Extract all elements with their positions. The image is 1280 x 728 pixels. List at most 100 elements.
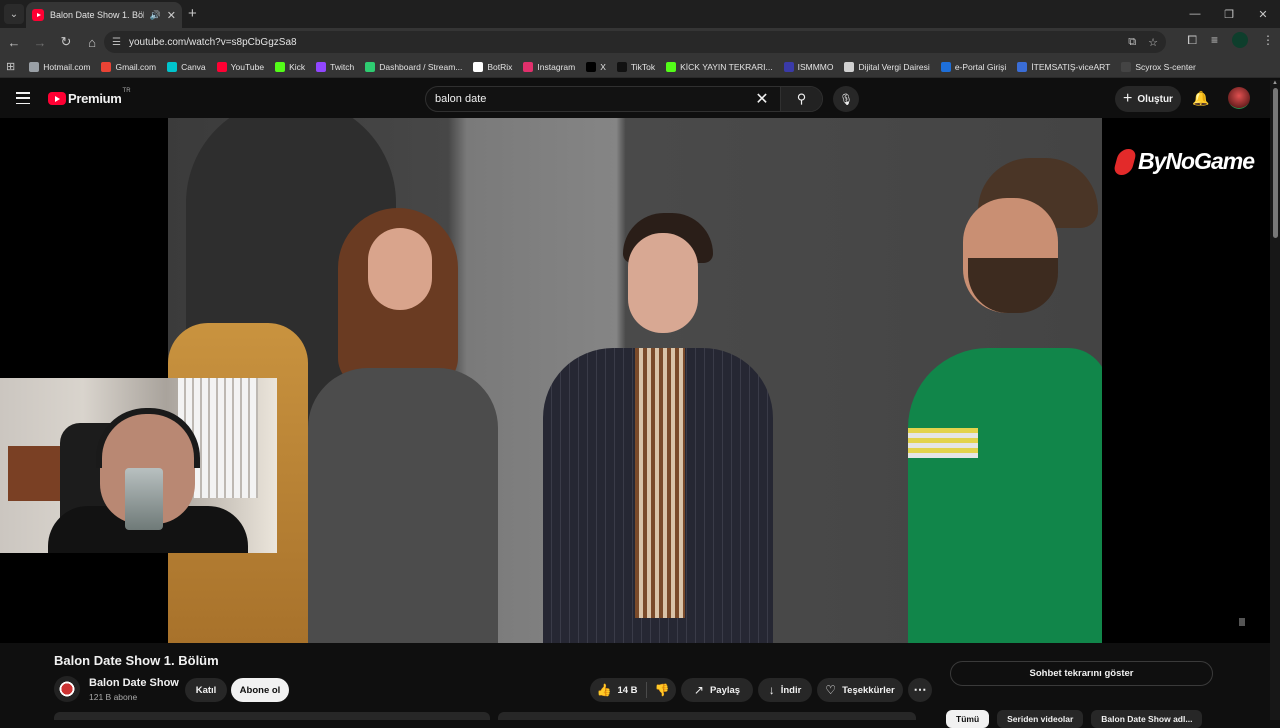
bookmark-label: Canva (181, 61, 206, 72)
bookmark-label: Dijital Vergi Dairesi (858, 61, 930, 72)
streamer-webcam-overlay (0, 378, 277, 553)
filter-chip[interactable]: Balon Date Show adl... (1091, 710, 1203, 728)
bookmark-item[interactable]: Kick (275, 61, 306, 72)
bookmark-item[interactable]: Hotmail.com (29, 61, 90, 72)
create-button[interactable]: + Oluştur (1115, 86, 1181, 112)
country-code: TR (122, 88, 131, 94)
bynogame-watermark: ByNoGame (1112, 148, 1255, 175)
microphone-icon[interactable]: 🎙 (833, 86, 859, 112)
speaker-icon[interactable]: 🔊 (150, 10, 161, 21)
bookmark-item[interactable]: Instagram (523, 61, 575, 72)
close-window-icon[interactable]: ✕ (1246, 0, 1280, 28)
description-box[interactable] (54, 712, 490, 720)
bookmarks-bar: ⊞ Hotmail.com Gmail.com Canva YouTube Kick Tw… (0, 56, 1280, 78)
thanks-button[interactable]: ♡ Teşekkürler (817, 678, 903, 702)
account-avatar[interactable] (1228, 87, 1250, 109)
thumbs-down-icon[interactable]: 👎 (655, 683, 670, 697)
video-frame[interactable] (168, 118, 1102, 643)
bookmark-star-icon[interactable]: ☆ (1148, 36, 1158, 49)
divider (645, 682, 647, 698)
browser-tab[interactable]: Balon Date Show 1. Bölüm 🔊 ✕ (26, 2, 182, 28)
bookmark-item[interactable]: e-Portal Girişi (940, 61, 1006, 72)
bookmark-item[interactable]: YouTube (216, 61, 264, 72)
more-actions-icon[interactable]: ⋯ (908, 678, 932, 702)
bookmark-favicon-icon (1017, 61, 1028, 72)
join-button[interactable]: Katıl (185, 678, 227, 702)
bookmark-label: TikTok (630, 61, 656, 72)
channel-name[interactable]: Balon Date Show (89, 677, 179, 689)
bookmark-item[interactable]: Dashboard / Stream... (365, 61, 462, 72)
bookmark-item[interactable]: Scyrox S-center (1121, 61, 1196, 72)
forward-icon[interactable]: → (28, 30, 52, 54)
home-icon[interactable]: ⌂ (80, 30, 104, 54)
reload-icon[interactable]: ↻ (54, 30, 78, 54)
address-toolbar: ← → ↻ ⌂ ☰ youtube.com/watch?v=s8pCbGgzSa… (0, 28, 1280, 56)
minimize-icon[interactable]: — (1178, 0, 1212, 28)
bookmark-label: KİCK YAYIN TEKRARI... (680, 61, 773, 72)
notifications-bell-icon[interactable]: 🔔 (1192, 90, 1209, 107)
bookmark-item[interactable]: BotRix (473, 61, 512, 72)
annotation-icon (1239, 618, 1245, 626)
thumbs-up-icon: 👍 (596, 683, 612, 697)
search-icon[interactable]: ⚲ (780, 87, 822, 111)
apps-grid-icon[interactable]: ⊞ (6, 60, 15, 73)
bookmark-item[interactable]: ISMMMO (783, 61, 834, 72)
bookmark-item[interactable]: Gmail.com (101, 61, 156, 72)
back-icon[interactable]: ← (2, 30, 26, 54)
bookmark-favicon-icon (275, 61, 286, 72)
bookmark-item[interactable]: Twitch (316, 61, 354, 72)
share-label: Paylaş (709, 684, 741, 696)
scroll-up-icon[interactable]: ▲ (1272, 80, 1278, 86)
address-input[interactable]: ☰ youtube.com/watch?v=s8pCbGgzSa8 ⧉ ☆ (104, 31, 1166, 53)
bookmark-label: Scyrox S-center (1135, 61, 1196, 72)
filter-chip[interactable]: Tümü (946, 710, 990, 728)
comment-box[interactable] (498, 712, 916, 720)
clear-search-icon[interactable]: ✕ (750, 89, 774, 109)
bookmark-favicon-icon (586, 61, 597, 72)
bookmark-favicon-icon (365, 61, 376, 72)
bookmark-label: İTEMSATIŞ-viceART (1031, 61, 1111, 72)
video-title: Balon Date Show 1. Bölüm (54, 653, 219, 668)
extensions-icon[interactable]: ⧠ (1187, 33, 1197, 48)
tab-title: Balon Date Show 1. Bölüm (50, 10, 144, 20)
menu-icon[interactable] (16, 92, 30, 104)
create-label: Oluştur (1137, 93, 1173, 105)
like-button[interactable]: 👍 14 B (597, 683, 638, 697)
channel-avatar[interactable] (54, 676, 80, 702)
bookmark-item[interactable]: KİCK YAYIN TEKRARI... (666, 61, 773, 72)
filter-chip[interactable]: Seriden videolar (997, 710, 1084, 728)
share-button[interactable]: ↗ Paylaş (681, 678, 753, 702)
restore-icon[interactable]: ❐ (1212, 0, 1246, 28)
site-info-icon[interactable]: ☰ (112, 37, 121, 48)
watermark-text: ByNoGame (1138, 148, 1255, 174)
video-player[interactable]: ByNoGame (0, 118, 1270, 643)
youtube-logo[interactable]: Premium TR (48, 88, 131, 106)
close-tab-icon[interactable]: ✕ (167, 9, 176, 22)
plus-icon: + (1123, 90, 1133, 107)
bookmark-item[interactable]: X (586, 61, 606, 72)
page-scrollbar[interactable]: ▲ (1270, 80, 1280, 720)
download-button[interactable]: ↓ İndir (758, 678, 812, 702)
new-tab-icon[interactable]: + (188, 5, 197, 22)
show-chat-replay-button[interactable]: Sohbet tekrarını göster (950, 661, 1213, 686)
bookmark-item[interactable]: Dijital Vergi Dairesi (844, 61, 930, 72)
bookmark-favicon-icon (523, 61, 534, 72)
scrollbar-thumb[interactable] (1273, 88, 1278, 238)
window-controls: — ❐ ✕ (1178, 0, 1280, 28)
tab-search-icon[interactable]: ⌄ (4, 4, 24, 24)
profile-avatar[interactable] (1232, 32, 1248, 48)
bookmark-label: ISMMMO (797, 61, 834, 72)
subscribe-button[interactable]: Abone ol (231, 678, 289, 702)
browser-tab-strip: ⌄ Balon Date Show 1. Bölüm 🔊 ✕ + — ❐ ✕ (0, 0, 1280, 28)
youtube-favicon-icon (32, 9, 44, 21)
bookmark-label: Kick (289, 61, 306, 72)
bookmark-item[interactable]: TikTok (616, 61, 656, 72)
install-app-icon[interactable]: ⧉ (1128, 36, 1136, 49)
bookmark-item[interactable]: İTEMSATIŞ-viceART (1017, 61, 1111, 72)
search-input[interactable]: balon date (426, 93, 750, 105)
bearded-man-figure (868, 158, 1102, 643)
browser-menu-icon[interactable]: ⋮ (1262, 33, 1274, 47)
subscriber-count: 121 B abone (89, 692, 138, 702)
bookmark-item[interactable]: Canva (167, 61, 206, 72)
reading-list-icon[interactable]: ≡ (1211, 33, 1218, 47)
